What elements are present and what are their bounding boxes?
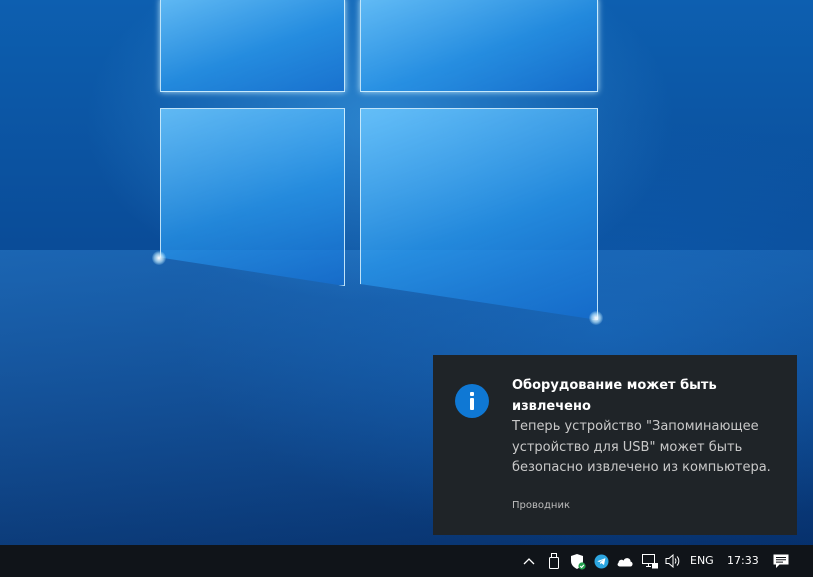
- info-icon: [455, 384, 489, 418]
- onedrive-icon[interactable]: [614, 545, 636, 577]
- light-flare: [152, 251, 166, 265]
- window-pane-bottom-right: [360, 108, 598, 320]
- action-center-icon[interactable]: [769, 545, 793, 577]
- light-flare: [589, 311, 603, 325]
- usb-drive-icon[interactable]: [544, 545, 564, 577]
- notification-source: Проводник: [512, 500, 570, 511]
- usb-removal-notification[interactable]: Оборудование может быть извлечено Теперь…: [433, 355, 797, 535]
- window-pane-bottom-left: [160, 108, 345, 286]
- windows-security-icon[interactable]: [567, 545, 589, 577]
- window-pane-top-right: [360, 0, 598, 92]
- telegram-icon[interactable]: [591, 545, 611, 577]
- input-language-indicator[interactable]: ENG: [690, 545, 718, 577]
- notification-title: Оборудование может быть извлечено: [512, 378, 717, 414]
- volume-icon[interactable]: [662, 545, 684, 577]
- notification-body: Теперь устройство "Запоминающее устройст…: [512, 419, 771, 475]
- window-pane-top-left: [160, 0, 345, 92]
- clock[interactable]: 17:33: [727, 545, 759, 577]
- network-icon[interactable]: [639, 545, 661, 577]
- chevron-up-icon[interactable]: [518, 545, 540, 577]
- taskbar: ENG 17:33: [0, 545, 813, 577]
